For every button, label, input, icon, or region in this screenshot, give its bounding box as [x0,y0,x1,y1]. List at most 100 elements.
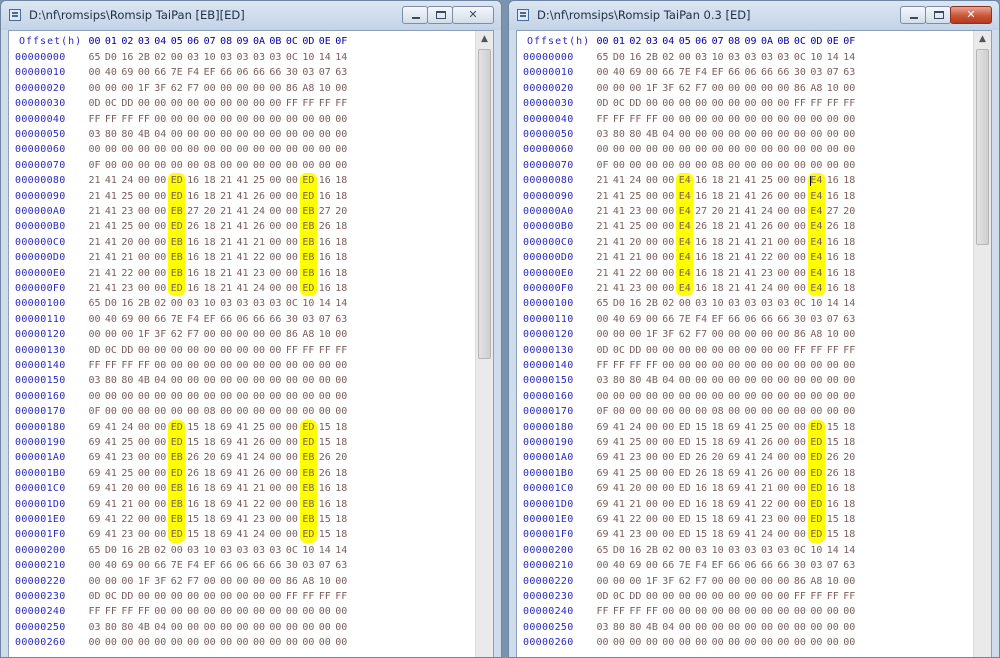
hex-byte[interactable]: 00 [218,127,235,142]
hex-byte[interactable]: 00 [267,235,284,250]
hex-byte[interactable]: 00 [824,158,841,173]
hex-byte[interactable]: 03 [234,543,251,558]
hex-byte[interactable]: 62 [168,81,185,96]
hex-byte[interactable]: 41 [610,497,627,512]
hex-byte[interactable]: 00 [759,343,776,358]
hex-byte[interactable]: 00 [218,96,235,111]
hex-byte[interactable]: 0C [102,589,119,604]
hex-byte[interactable]: 69 [86,450,103,465]
hex-byte[interactable]: 26 [251,219,268,234]
hex-byte[interactable]: EB [168,481,186,497]
hex-byte[interactable]: 00 [86,327,103,342]
hex-byte[interactable]: 00 [218,404,235,419]
hex-byte[interactable]: 21 [86,235,103,250]
hex-byte[interactable]: 00 [643,266,660,281]
hex-byte[interactable]: 00 [251,604,268,619]
hex-byte[interactable]: 00 [333,142,350,157]
hex-byte[interactable]: 24 [251,281,268,296]
hex-byte[interactable]: 41 [102,189,119,204]
hex-byte[interactable]: 24 [251,450,268,465]
hex-byte[interactable]: 66 [759,312,776,327]
hex-byte[interactable]: 00 [660,435,677,450]
hex-byte[interactable]: 00 [251,358,268,373]
hex-byte[interactable]: 18 [333,512,350,527]
hex-byte[interactable]: 16 [824,497,841,512]
hex-byte[interactable]: 00 [775,358,792,373]
hex-byte[interactable]: E4 [676,234,694,251]
hex-byte[interactable]: 00 [300,635,317,650]
hex-byte[interactable]: 16 [627,296,644,311]
hex-byte[interactable]: 00 [218,327,235,342]
hex-byte[interactable]: 00 [168,635,185,650]
hex-byte[interactable]: 2B [135,296,152,311]
hex-byte[interactable]: 00 [841,158,858,173]
hex-byte[interactable]: 00 [267,497,284,512]
hex-byte[interactable]: 00 [234,589,251,604]
hex-byte[interactable]: 00 [791,620,808,635]
hex-editor-app-icon[interactable] [9,9,21,21]
hex-byte[interactable]: F4 [185,558,202,573]
hex-byte[interactable]: 21 [726,204,743,219]
hex-byte[interactable]: 00 [726,635,743,650]
hex-byte[interactable]: 00 [218,81,235,96]
hex-byte[interactable]: 00 [693,112,710,127]
hex-byte[interactable]: 30 [791,558,808,573]
hex-byte[interactable]: 00 [267,604,284,619]
hex-byte[interactable]: 3F [152,327,169,342]
hex-byte[interactable]: 00 [775,142,792,157]
hex-byte[interactable]: 00 [610,327,627,342]
hex-byte[interactable]: ED [299,527,317,543]
hex-byte[interactable]: 80 [119,127,136,142]
hex-byte[interactable]: 00 [660,497,677,512]
hex-byte[interactable]: 15 [316,527,333,542]
hex-byte[interactable]: A8 [300,574,317,589]
hex-byte[interactable]: 18 [709,481,726,496]
hex-byte[interactable]: 4B [135,127,152,142]
hex-byte[interactable]: 00 [726,604,743,619]
hex-byte[interactable]: 66 [152,65,169,80]
hex-byte[interactable]: 00 [251,96,268,111]
hex-byte[interactable]: 03 [594,620,611,635]
hex-byte[interactable]: 03 [218,296,235,311]
hex-byte[interactable]: 10 [316,574,333,589]
hex-byte[interactable]: FF [808,96,825,111]
hex-byte[interactable]: 66 [726,312,743,327]
hex-byte[interactable]: 65 [86,543,103,558]
hex-byte[interactable]: DD [119,589,136,604]
hex-byte[interactable]: 22 [627,512,644,527]
hex-byte[interactable]: 86 [791,574,808,589]
hex-byte[interactable]: 00 [594,558,611,573]
hex-editor-app-icon[interactable] [517,9,529,21]
hex-byte[interactable]: 16 [316,189,333,204]
hex-byte[interactable]: 10 [824,574,841,589]
hex-byte[interactable]: 00 [726,373,743,388]
hex-byte[interactable]: 00 [135,635,152,650]
hex-byte[interactable]: 00 [709,635,726,650]
hex-byte[interactable]: 00 [742,327,759,342]
hex-byte[interactable]: 41 [610,450,627,465]
hex-byte[interactable]: 00 [791,450,808,465]
hex-byte[interactable]: 65 [594,296,611,311]
hex-byte[interactable]: 08 [201,404,218,419]
hex-byte[interactable]: 10 [201,50,218,65]
hex-byte[interactable]: ED [168,435,186,451]
hex-byte[interactable]: 18 [841,481,858,496]
hex-byte[interactable]: 08 [709,404,726,419]
hex-byte[interactable]: 41 [234,512,251,527]
hex-byte[interactable]: 00 [152,604,169,619]
hex-byte[interactable]: 18 [201,497,218,512]
hex-byte[interactable]: 00 [135,589,152,604]
hex-byte[interactable]: 00 [759,112,776,127]
hex-byte[interactable]: 00 [251,112,268,127]
hex-byte[interactable]: 00 [135,343,152,358]
hex-byte[interactable]: 21 [726,250,743,265]
hex-byte[interactable]: 16 [824,250,841,265]
hex-byte[interactable]: 00 [168,50,185,65]
hex-byte[interactable]: 00 [693,389,710,404]
hex-byte[interactable]: 18 [841,281,858,296]
hex-byte[interactable]: 00 [808,358,825,373]
hex-byte[interactable]: 0C [102,96,119,111]
hex-byte[interactable]: DD [119,96,136,111]
hex-byte[interactable]: 18 [201,235,218,250]
hex-byte[interactable]: 02 [152,296,169,311]
